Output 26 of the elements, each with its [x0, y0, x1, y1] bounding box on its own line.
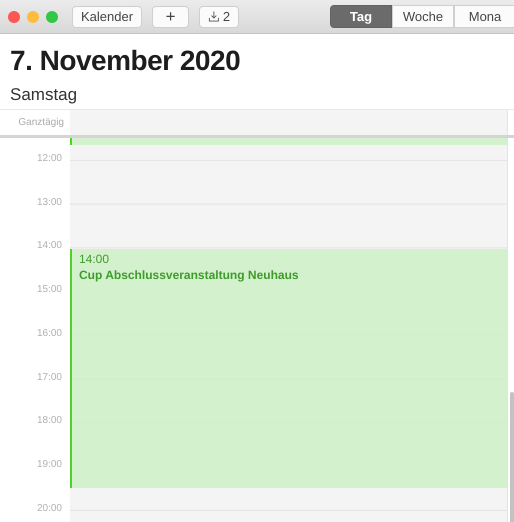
add-button[interactable]: +	[152, 6, 190, 28]
calendars-button[interactable]: Kalender	[72, 6, 142, 28]
date-title: 7. November 2020	[10, 45, 242, 77]
hour-label: 18:00	[36, 415, 62, 426]
zoom-icon[interactable]	[46, 10, 58, 22]
close-icon[interactable]	[8, 10, 20, 22]
download-icon	[208, 10, 220, 23]
scrollbar[interactable]	[510, 392, 514, 522]
hour-label: 13:00	[36, 196, 62, 208]
event-block[interactable]	[70, 138, 507, 145]
view-tab[interactable]: Tag	[330, 5, 392, 28]
all-day-label: Ganztägig	[18, 117, 64, 128]
hour-label: 12:00	[36, 152, 62, 164]
hour-label: 14:00	[36, 240, 62, 252]
hour-label: 15:00	[36, 284, 62, 296]
event-title: Cup Abschlussveranstaltung Neuhaus	[79, 268, 300, 282]
minimize-icon[interactable]	[27, 10, 39, 22]
hour-label: 16:00	[36, 328, 62, 339]
hour-label: 17:00	[36, 372, 62, 383]
view-tab[interactable]: Woche	[392, 5, 454, 28]
inbox-button[interactable]: 2	[199, 6, 240, 28]
view-tab[interactable]: Mona	[454, 5, 514, 28]
hour-label: 20:00	[36, 502, 62, 514]
weekday-label: Samstag	[10, 85, 78, 105]
hour-label: 19:00	[36, 459, 62, 470]
event-time: 14:00	[79, 252, 110, 266]
